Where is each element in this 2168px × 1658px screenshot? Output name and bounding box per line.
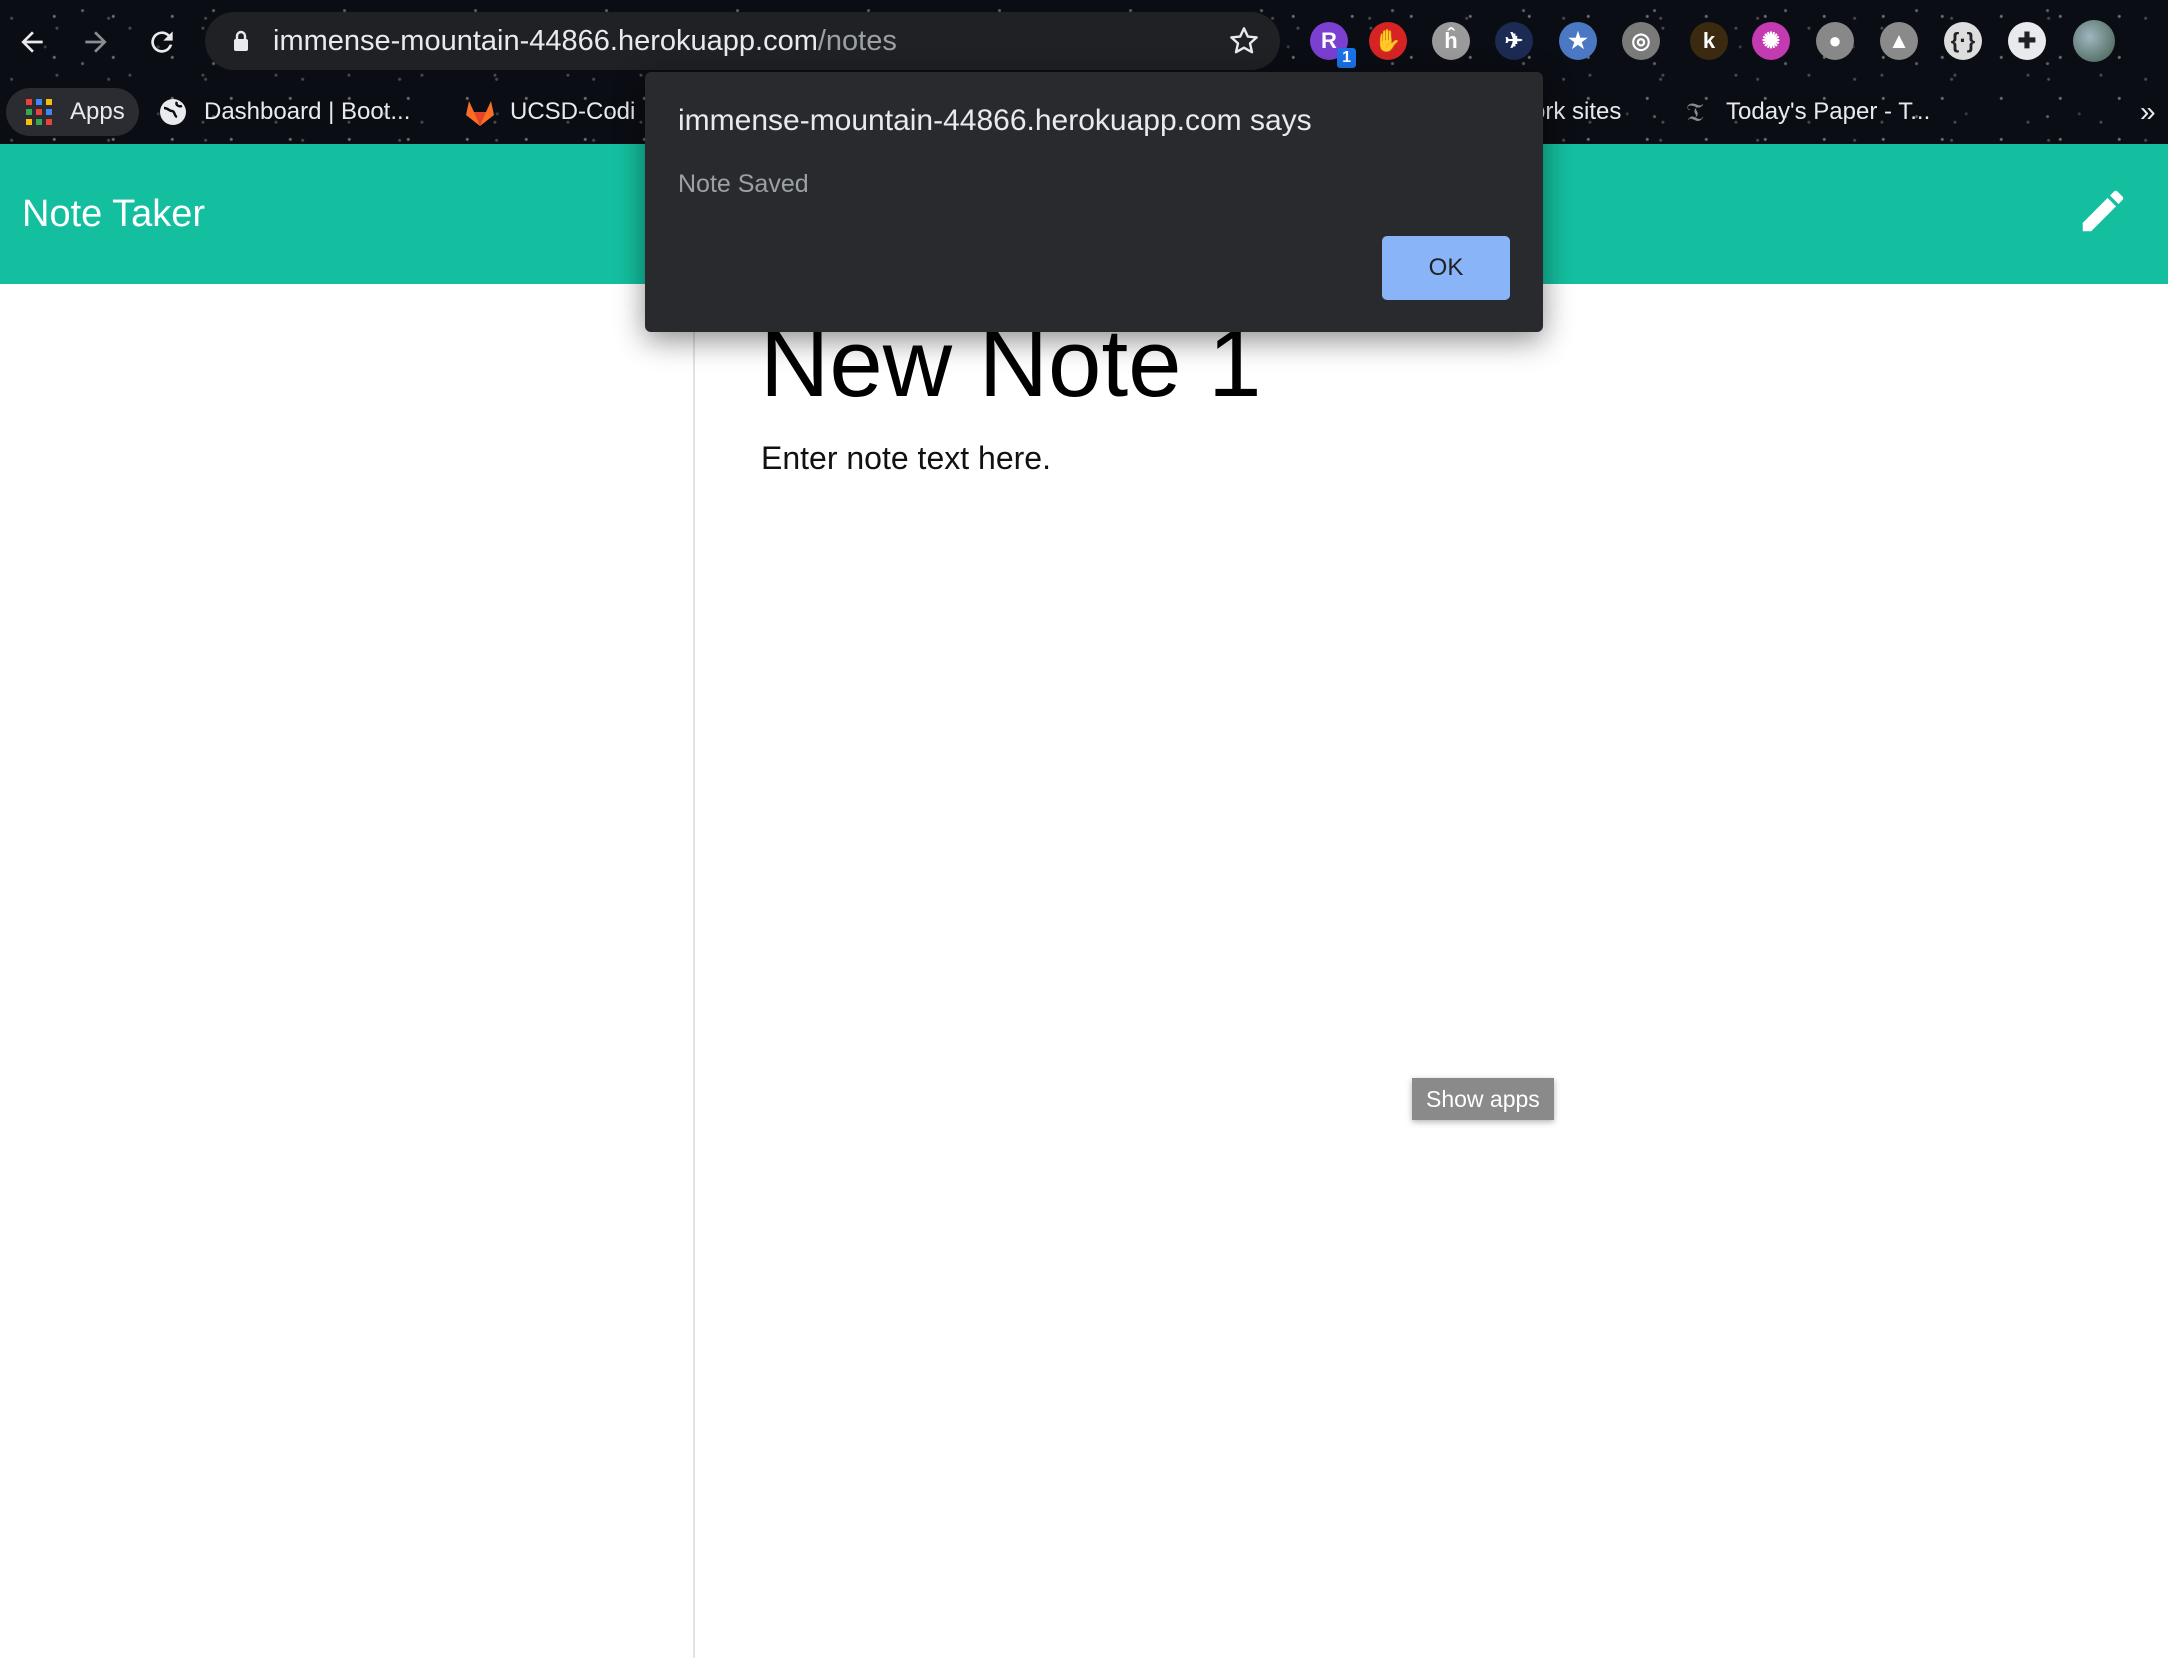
extension-r-icon[interactable]: R1	[1310, 22, 1356, 68]
dialog-title: immense-mountain-44866.herokuapp.com say…	[678, 104, 1312, 137]
drive-icon[interactable]: ▲	[1880, 22, 1918, 60]
bookmark-label: UCSD-Codi	[510, 98, 636, 125]
star-badge-icon[interactable]: ★	[1559, 22, 1597, 60]
sidebar-divider	[693, 284, 695, 1658]
profile-avatar[interactable]	[2073, 20, 2115, 62]
reload-icon	[151, 31, 173, 53]
bookmark-apps[interactable]: Apps	[6, 88, 139, 136]
bookmark-apps-label: Apps	[70, 98, 125, 125]
back-button[interactable]	[8, 18, 56, 66]
address-bar[interactable]: immense-mountain-44866.herokuapp.com/not…	[205, 12, 1280, 70]
brain-icon[interactable]: ◎	[1622, 22, 1660, 60]
brand-title[interactable]: Note Taker	[22, 144, 205, 284]
note-text-area[interactable]: Enter note text here.	[761, 440, 1051, 477]
bookmark-dashboard[interactable]: Dashboard | Boot...	[158, 88, 410, 136]
bookmark-ucsd[interactable]: UCSD-Codi	[464, 88, 635, 136]
json-icon[interactable]: {·}	[1944, 22, 1982, 60]
bookmark-label: Dashboard | Boot...	[204, 98, 411, 125]
apps-grid-icon	[24, 97, 54, 127]
forward-button[interactable]	[72, 18, 120, 66]
bookmarks-overflow[interactable]: »	[2140, 88, 2156, 136]
bookmark-label: Today's Paper - T...	[1726, 98, 1931, 125]
plane-icon[interactable]: ✈	[1495, 22, 1533, 60]
extension-badge: 1	[1337, 48, 1356, 68]
ok-button[interactable]: OK	[1382, 236, 1510, 300]
gitlab-icon	[464, 97, 494, 127]
alert-dialog: immense-mountain-44866.herokuapp.com say…	[645, 72, 1543, 332]
bookmark-label: ork sites	[1532, 98, 1622, 125]
back-arrow-icon	[21, 31, 43, 53]
url-path: /notes	[817, 25, 897, 57]
nyt-icon: 𝔗	[1686, 97, 1704, 127]
url-text: immense-mountain-44866.herokuapp.com/not…	[273, 12, 897, 70]
extension-h-icon[interactable]: ĥ	[1432, 22, 1470, 60]
forward-arrow-icon	[85, 31, 107, 53]
url-host: immense-mountain-44866.herokuapp.com	[273, 25, 818, 57]
reload-button[interactable]	[138, 18, 186, 66]
puzzle-icon[interactable]: ✚	[2008, 22, 2046, 60]
globe-icon	[158, 97, 188, 127]
new-note-pencil-icon[interactable]	[2076, 184, 2130, 238]
acorn-icon[interactable]: ●	[1816, 22, 1854, 60]
lock-icon	[234, 30, 248, 51]
bookmark-star-icon[interactable]	[1228, 25, 1260, 57]
stop-hand-icon[interactable]: ✋	[1369, 22, 1407, 60]
extension-k-icon[interactable]: k	[1690, 22, 1728, 60]
color-wheel-icon[interactable]: ✺	[1752, 22, 1790, 60]
dialog-message: Note Saved	[678, 170, 809, 198]
bookmark-work-sites[interactable]: ork sites	[1532, 88, 1621, 136]
show-apps-tooltip: Show apps	[1412, 1078, 1554, 1120]
bookmark-todays-paper[interactable]: 𝔗 Today's Paper - T...	[1680, 88, 1930, 136]
